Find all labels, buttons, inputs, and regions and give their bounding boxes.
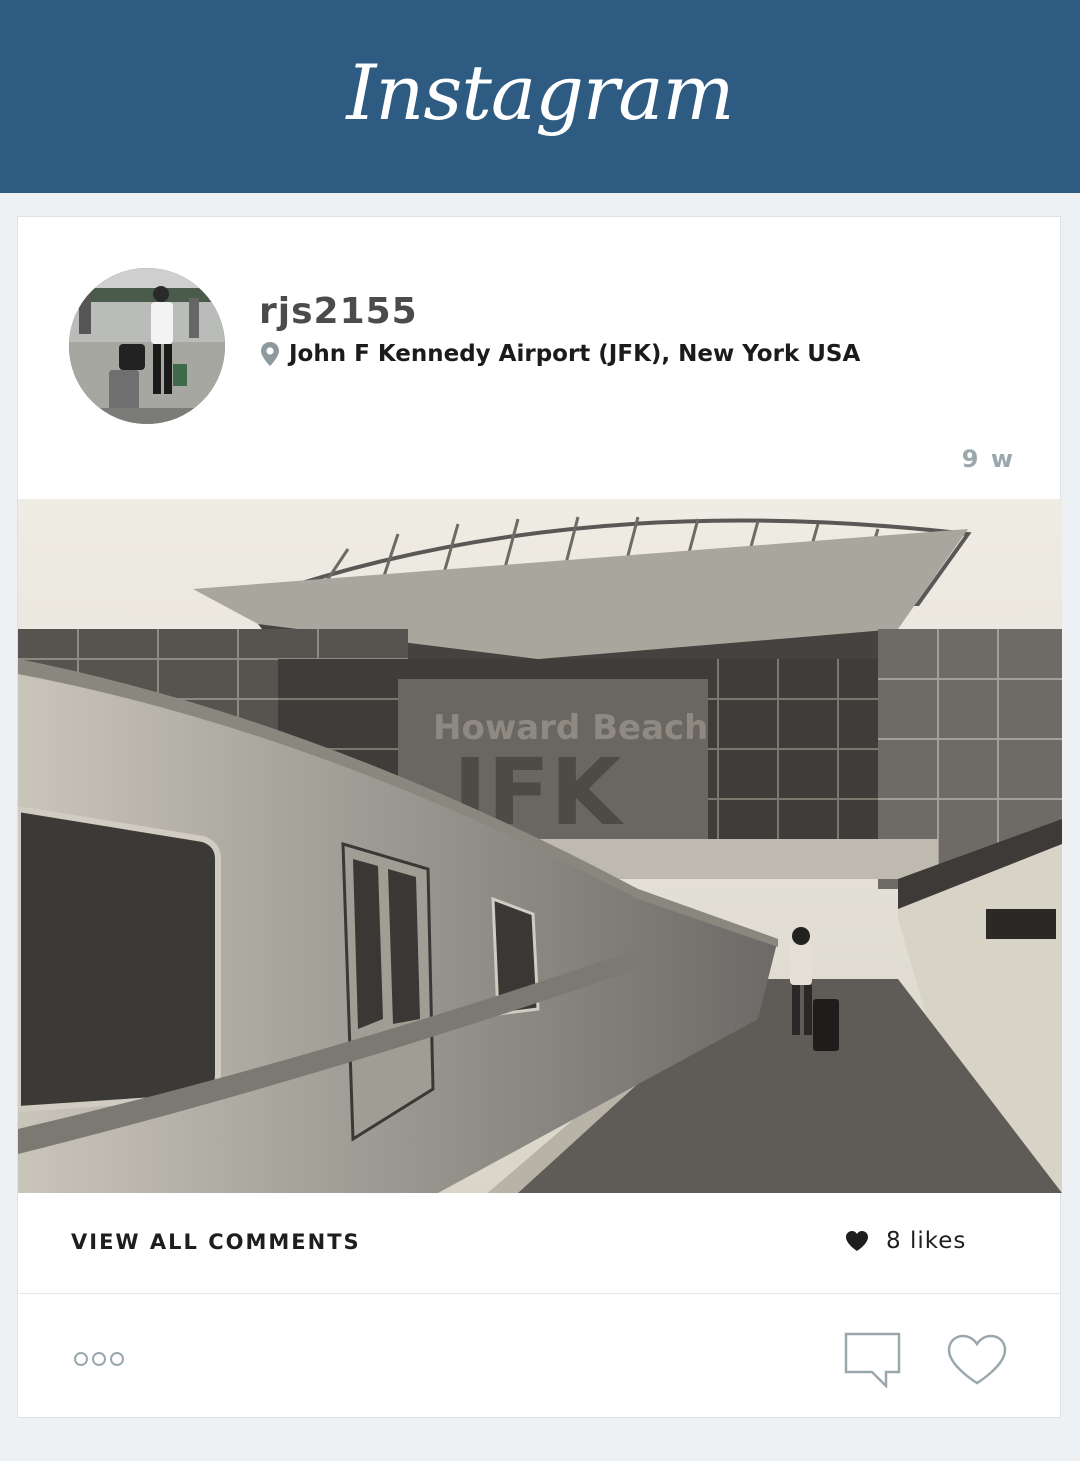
heart-filled-icon	[844, 1229, 870, 1253]
location-link[interactable]: John F Kennedy Airport (JFK), New York U…	[259, 341, 860, 367]
post-card: rjs2155 John F Kennedy Airport (JFK), Ne…	[17, 216, 1062, 1418]
avatar[interactable]	[69, 268, 225, 424]
more-dots-icon[interactable]	[73, 1350, 125, 1368]
location-label: John F Kennedy Airport (JFK), New York U…	[289, 341, 861, 367]
heart-outline-icon[interactable]	[946, 1333, 1008, 1387]
app-logo[interactable]: Instagram	[346, 48, 734, 137]
app-header: Instagram	[0, 0, 1080, 193]
username[interactable]: rjs2155	[259, 291, 418, 332]
likes-label: 8 likes	[886, 1228, 967, 1254]
post-photo[interactable]: Howard Beach JFK	[18, 499, 1062, 1193]
post-time: 9 w	[961, 445, 1015, 473]
view-all-comments-link[interactable]: VIEW ALL COMMENTS	[71, 1230, 361, 1254]
divider	[18, 1293, 1060, 1294]
likes-count[interactable]: 8 likes	[844, 1228, 966, 1254]
comment-bubble-icon[interactable]	[844, 1332, 901, 1390]
location-pin-icon	[259, 341, 281, 367]
